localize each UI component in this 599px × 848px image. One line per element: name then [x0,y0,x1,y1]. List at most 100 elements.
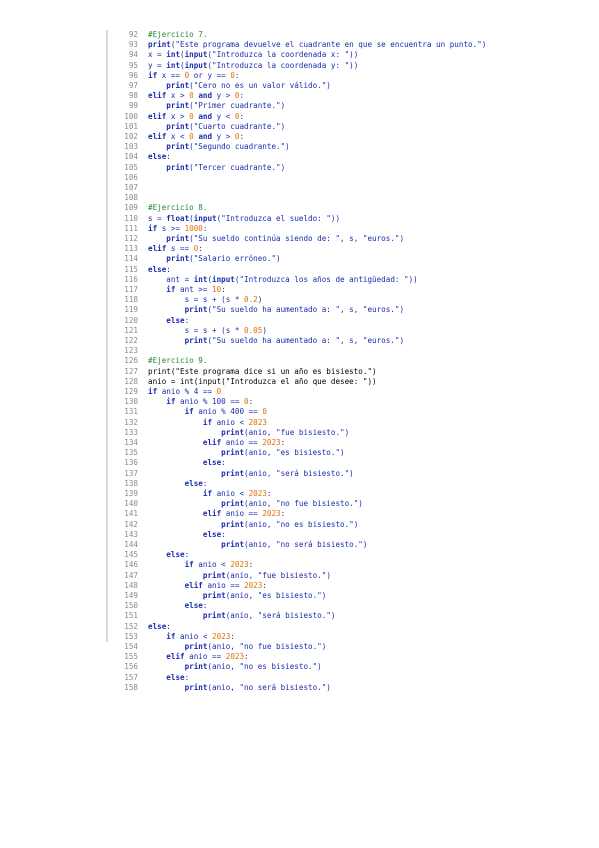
code-text: if anio % 4 == 0 [148,387,221,397]
code-token-kw: print [184,642,208,651]
line-number: 132 [124,417,138,427]
code-token-str: y > [212,132,235,141]
line-number: 134 [124,438,138,447]
code-token-num: 2023 [262,509,281,519]
line-number: 110 [124,213,138,223]
code-token-kw: elif [148,132,167,141]
code-token-kw: else [148,264,167,274]
code-token-str: (anio, "fue bisiesto.") [225,570,331,580]
line-number: 126 [124,356,138,366]
code-line: 148 elif anio == 2023: [108,581,528,591]
code-token-str: : [166,621,171,631]
code-text: print(anio, "no es bisiesto.") [148,662,322,672]
code-token-num: 2023 [244,580,263,590]
line-number: 131 [124,407,138,417]
code-token-str: anio < [175,631,213,641]
code-token-kw: input [193,213,217,223]
code-token-str: s = [148,213,167,223]
code-text: print(anio, "fue bisiesto.") [148,571,331,581]
code-line: 152 else: [108,622,528,632]
code-text: #Ejercicio 7. [148,30,207,40]
code-line: 109 #Ejercicio 8. [108,203,528,213]
code-line: 154 print(anio, "no fue bisiesto.") [108,642,528,652]
code-line: 118 s = s + (s * 0.2) [108,295,528,305]
code-text: else: [148,601,208,611]
code-line: 150 else: [108,601,528,611]
code-token-num: 2023 [212,631,231,641]
code-token-kw: elif [148,111,167,121]
code-token-kw: print [221,540,245,549]
code-token-kw: print [166,234,190,243]
code-token-kw: int [166,60,181,70]
code-text: elif x < 0 and y > 0: [148,132,244,142]
line-number: 138 [124,478,138,488]
code-line: 142 print(anio, "no es bisiesto.") [108,520,528,530]
code-token-str: : [239,91,245,101]
code-token-str: ("Introduzca el sueldo: ")) [216,213,341,223]
code-text: print("Su sueldo ha aumentado a: ", s, "… [148,305,404,315]
code-line: 138 else: [108,479,528,489]
line-number: 148 [124,580,138,590]
line-number: 142 [124,519,138,529]
code-line: 116 ant = int(input("Introduzca los años… [108,275,528,285]
code-token-str: anio == [221,509,263,519]
code-token-comment: #Ejercicio 9. [148,356,208,366]
code-token-num: 2023 [248,417,267,427]
code-token-str: : [184,315,190,325]
code-token-str: : [234,70,240,80]
code-token-str: (anio, "es bisiesto.") [244,448,345,458]
code-text: y = int(input("Introduzca la coordenada … [148,61,358,71]
code-token-str: ("Su sueldo continúa siendo de: ", s, "e… [189,234,405,243]
code-token-kw: if [148,223,158,233]
code-token-kw: if [148,70,158,80]
code-line: 101 print("Cuarto cuadrante.") [108,122,528,132]
code-token-kw: input [212,274,235,284]
code-token-text: print [148,366,171,376]
code-text: elif anio == 2023: [148,652,248,662]
code-token-kw: else [184,601,203,611]
line-number: 101 [124,121,138,131]
code-token-comment: #Ejercicio 7. [148,30,208,39]
code-text: print("Cero no es un valor válido.") [148,81,331,91]
line-number: 143 [124,529,138,539]
code-token-str: anio == [184,652,226,662]
code-token-kw: print [166,101,190,111]
line-number: 100 [124,111,138,121]
code-token-kw: print [221,519,245,529]
code-token-str: : [184,550,190,560]
code-token-str: (anio, "será bisiesto.") [244,468,354,478]
code-text: s = s + (s * 0.05) [148,326,267,336]
code-text: ant = int(input("Introduzca los años de … [148,274,417,285]
code-line: 131 if anio % 400 == 0 [108,407,528,417]
line-number: 150 [124,601,138,611]
code-line: 141 elif anio == 2023: [108,509,528,519]
code-token-text: input [198,376,222,386]
code-text: else: [148,265,171,275]
line-number: 122 [124,336,138,345]
code-token-str: : [262,580,267,590]
code-text: elif x > 0 and y > 0: [148,91,244,101]
code-token-str: : [221,458,226,468]
code-token-kw: print [221,468,245,478]
code-text: print(anio, "no fue bisiesto.") [148,642,327,652]
line-number: 128 [124,376,138,386]
code-token-text: ("Este programa dice si un año es bisies… [170,366,377,376]
code-line: 146 if anio < 2023: [108,560,528,570]
code-token-kw: if [184,560,194,570]
line-number: 127 [124,366,138,376]
line-number: 103 [124,142,138,152]
code-token-str: ("Este programa devuelve el cuadrante en… [170,40,487,50]
code-token-str: (anio, "será bisiesto.") [225,611,336,621]
code-token-kw: int [193,274,208,284]
code-token-kw: elif [148,91,167,101]
code-token-kw: else [148,152,167,162]
